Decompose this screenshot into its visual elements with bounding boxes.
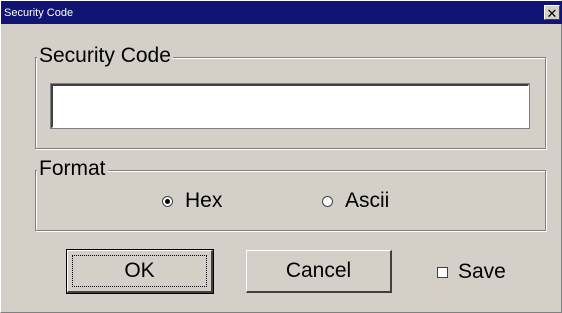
- security-code-group-label: Security Code: [37, 44, 173, 68]
- cancel-button[interactable]: Cancel: [246, 250, 392, 293]
- format-group: Format Hex Ascii: [35, 157, 546, 231]
- window-title: Security Code: [4, 6, 74, 19]
- security-code-group: Security Code: [35, 44, 546, 149]
- format-group-label: Format: [37, 157, 108, 181]
- save-checkbox[interactable]: Save: [437, 260, 506, 284]
- save-checkbox-label: Save: [458, 260, 506, 283]
- radio-button-icon: [162, 195, 173, 207]
- ok-button[interactable]: OK: [66, 249, 214, 294]
- title-bar: Security Code ✕: [1, 1, 562, 24]
- security-code-input[interactable]: [50, 83, 530, 129]
- security-code-dialog: Security Code ✕ Security Code Format Hex…: [0, 0, 562, 313]
- radio-ascii[interactable]: Ascii: [322, 189, 389, 213]
- radio-hex[interactable]: Hex: [162, 189, 222, 213]
- checkbox-icon: [437, 266, 448, 278]
- cancel-button-label: Cancel: [285, 259, 352, 282]
- close-icon: ✕: [546, 6, 558, 21]
- focus-rectangle: [72, 255, 207, 287]
- radio-ascii-label: Ascii: [345, 189, 390, 212]
- radio-button-icon: [322, 195, 333, 207]
- close-button[interactable]: ✕: [544, 5, 560, 21]
- radio-hex-label: Hex: [185, 189, 223, 212]
